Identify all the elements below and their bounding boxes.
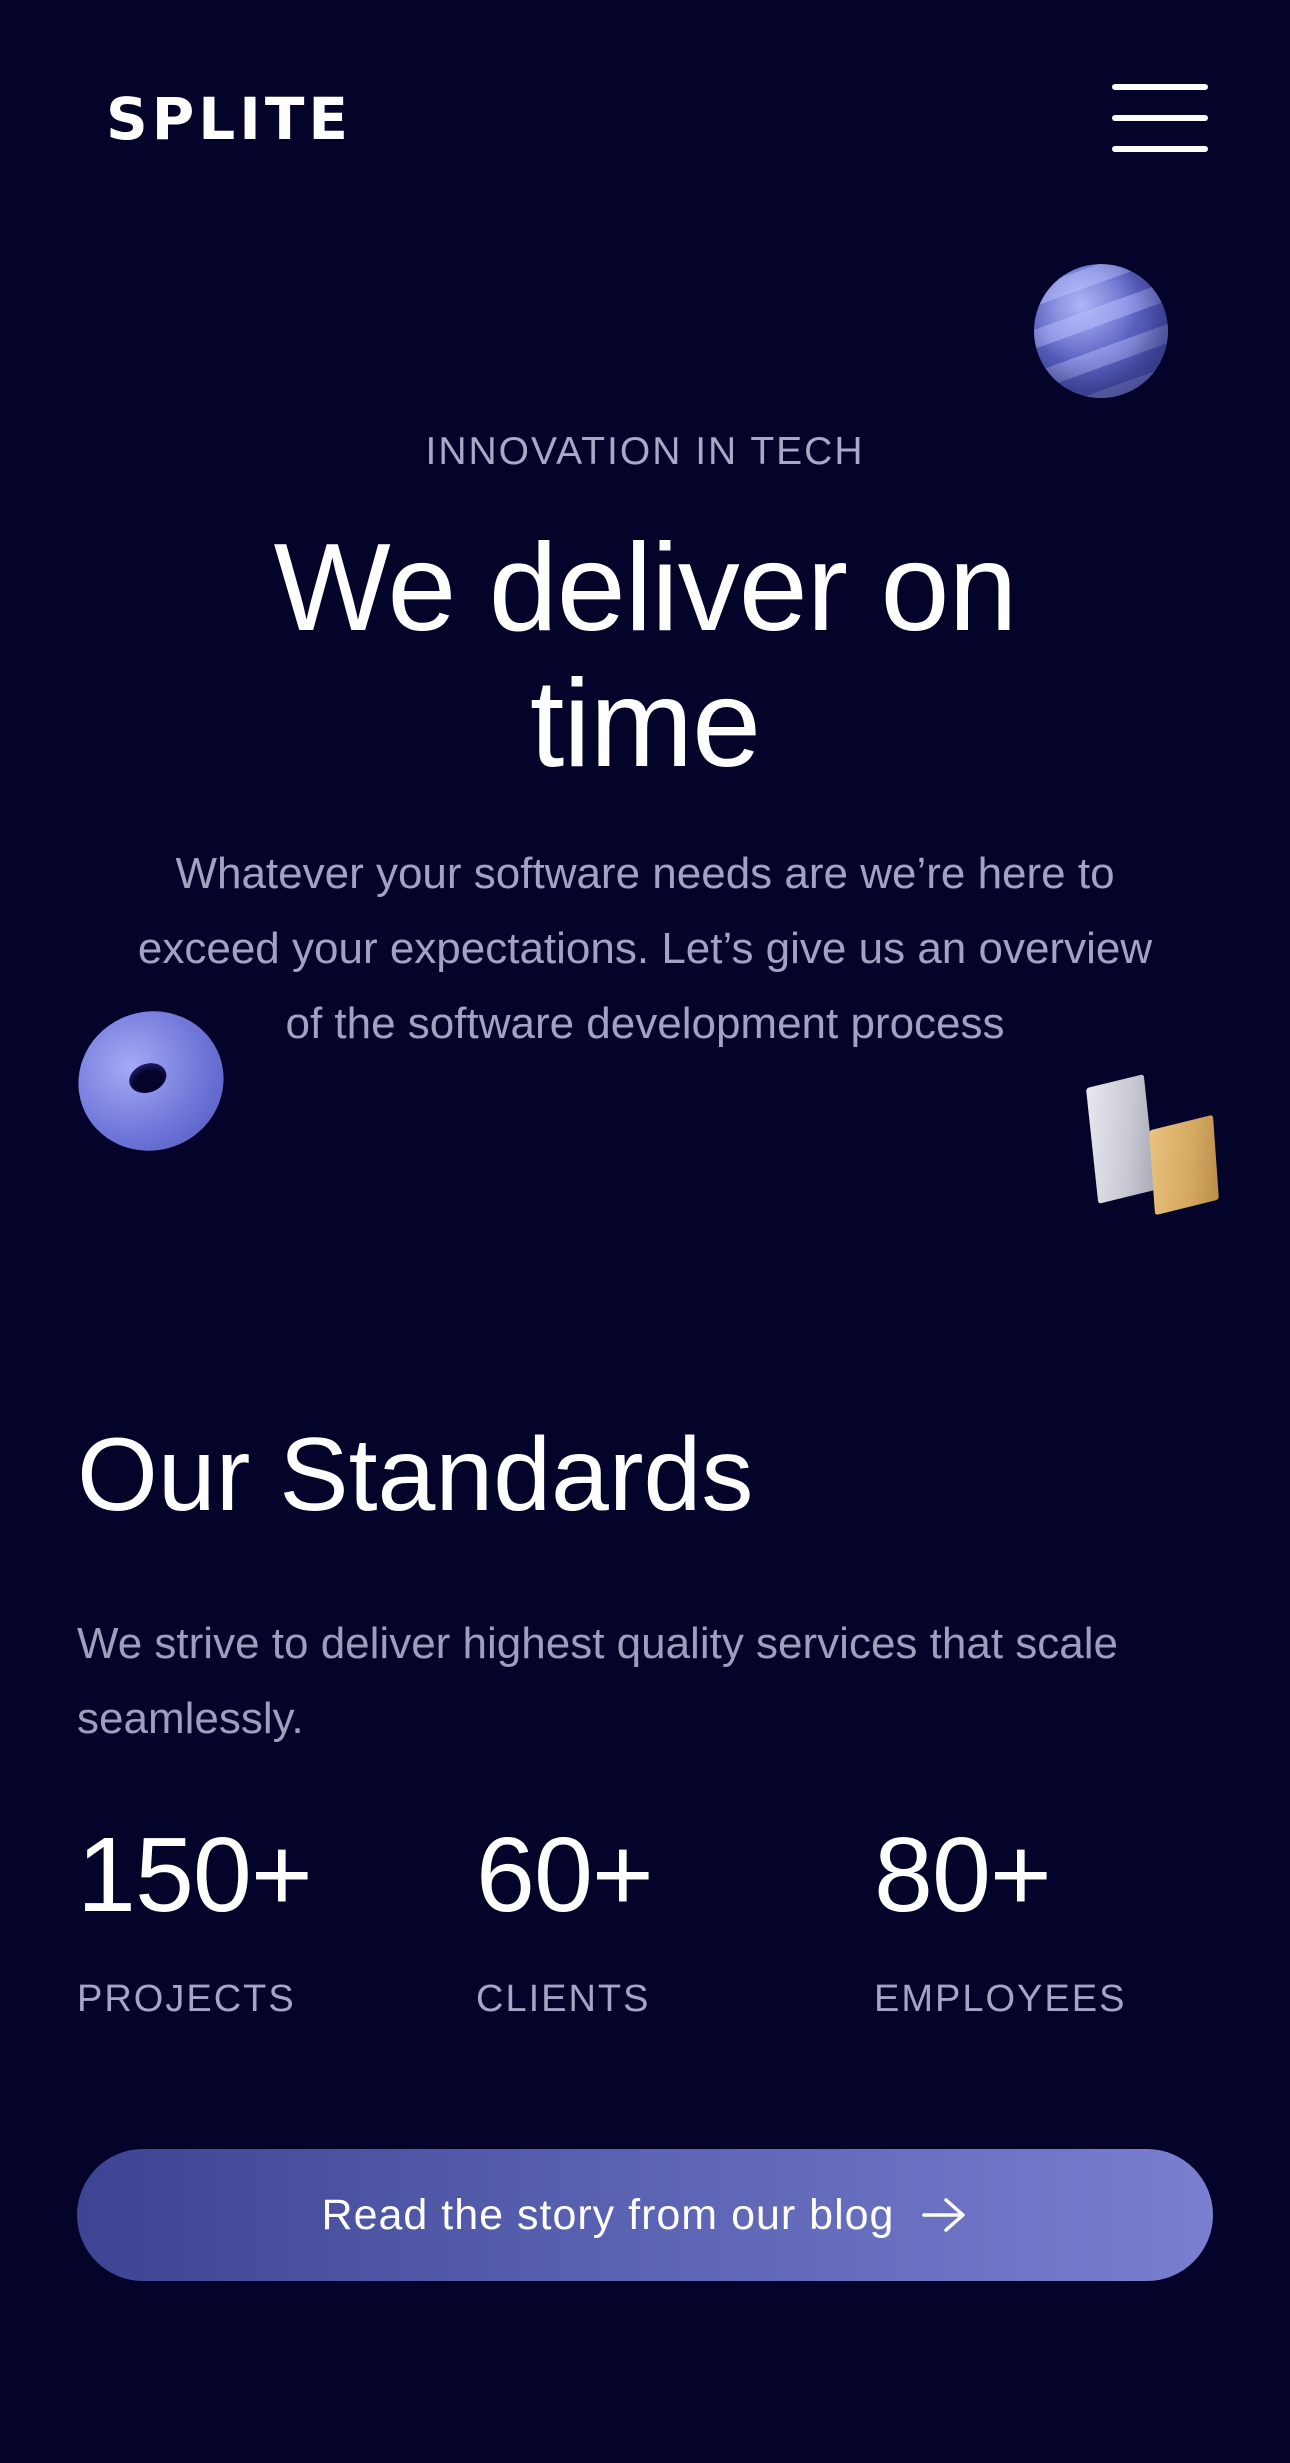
white-cube — [1085, 1074, 1157, 1204]
menu-line — [1112, 115, 1208, 121]
logo[interactable]: SPLITE — [106, 84, 352, 154]
stat-label: CLIENTS — [476, 1978, 651, 2020]
read-blog-button-label: Read the story from our blog — [321, 2191, 895, 2239]
menu-line — [1112, 84, 1208, 90]
cubes-decoration — [1085, 1074, 1232, 1226]
stat-value: 80+ — [874, 1816, 1052, 1934]
arrow-right-icon — [922, 2198, 966, 2232]
striped-sphere-decoration — [1034, 264, 1168, 398]
menu-line — [1112, 146, 1208, 152]
read-blog-button[interactable]: Read the story from our blog — [77, 2149, 1213, 2281]
site-header: SPLITE — [0, 0, 1290, 240]
stat-value: 60+ — [476, 1816, 654, 1934]
hero-kicker: INNOVATION IN TECH — [425, 430, 865, 473]
stat-projects: 150+ PROJECTS — [77, 1810, 437, 2024]
stat-label: PROJECTS — [77, 1978, 296, 2020]
stat-clients: 60+ CLIENTS — [476, 1810, 836, 2024]
standards-description: We strive to deliver highest quality ser… — [77, 1619, 1118, 1743]
hamburger-menu-icon[interactable] — [1108, 80, 1212, 156]
stat-employees: 80+ EMPLOYEES — [874, 1810, 1234, 2024]
standards-title: Our Standards — [77, 1417, 754, 1533]
hero-description: Whatever your software needs are we’re h… — [137, 849, 1153, 1048]
stat-value: 150+ — [77, 1816, 313, 1934]
gold-cube — [1149, 1114, 1219, 1216]
hero-title: We deliver on time — [273, 519, 1018, 793]
stat-label: EMPLOYEES — [874, 1978, 1127, 2020]
